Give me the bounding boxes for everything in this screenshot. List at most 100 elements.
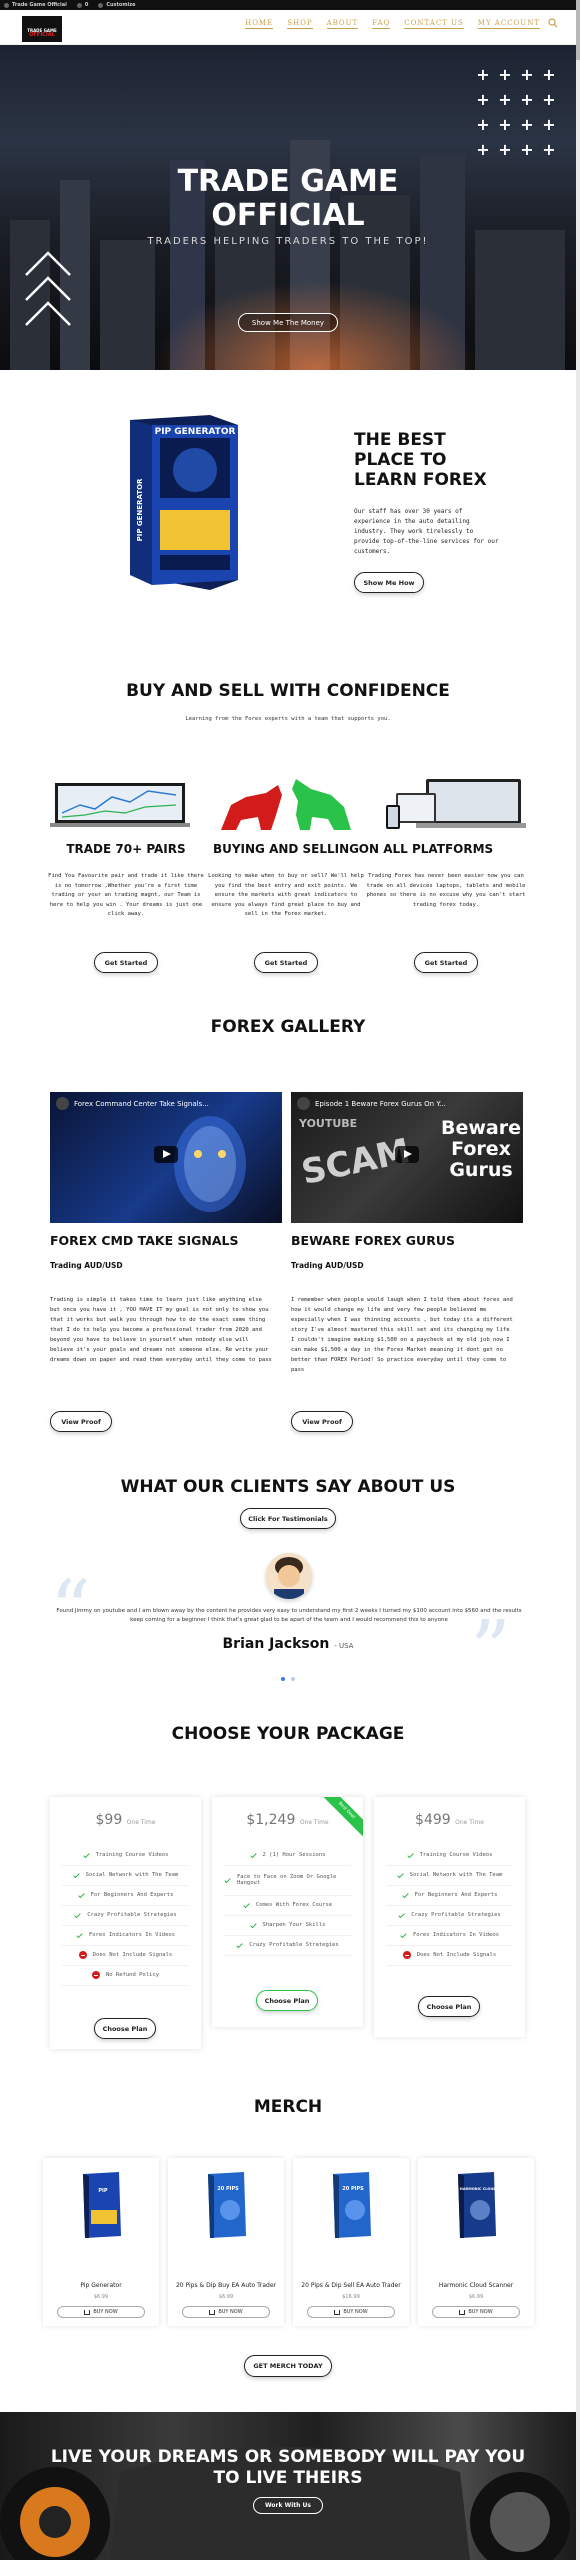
pip-box-side-label: PIP GENERATOR [136,478,144,541]
buy-now-label: BUY NOW [93,2309,118,2315]
get-started-button-2[interactable]: Get Started [254,952,318,973]
check-icon [76,1932,83,1939]
testimonials-title: WHAT OUR CLIENTS SAY ABOUT US [120,1477,456,1497]
view-proof-button-2[interactable]: View Proof [291,1411,353,1432]
buy-now-button-2[interactable]: BUY NOW [182,2306,270,2318]
show-me-how-button[interactable]: Show Me How [354,572,424,593]
pip-box-brand: PIP GENERATOR [155,427,236,437]
package-feature: Training Course Videos [62,1846,189,1866]
nav-faq[interactable]: FAQ [372,19,391,29]
admin-customize[interactable]: Customize [98,2,136,8]
nav-contact-us[interactable]: CONTACT US [404,19,464,29]
choose-plan-button-1[interactable]: Choose Plan [94,2018,156,2039]
package-feature-text: Crazy Profitable Strategies [411,1912,501,1918]
package-period: One Time [299,1819,329,1826]
gallery-item-text-1: Trading is simple it takes time to learn… [50,1297,272,1363]
merch-price: $6.99 [93,2294,109,2300]
play-button[interactable] [154,1146,178,1163]
play-button[interactable] [395,1146,419,1163]
package-feature: Forex Indicators In Videos [62,1926,189,1946]
buy-now-button-3[interactable]: BUY NOW [307,2306,395,2318]
video-title: Episode 1 Beware Forex Gurus On Y... [315,1100,446,1108]
video-beware-gurus[interactable]: Episode 1 Beware Forex Gurus On Y... YOU… [291,1092,523,1223]
footer-title-line-2: TO LIVE THEIRS [213,2468,363,2488]
package-feature-text: No Refund Policy [106,1972,159,1978]
package-feature-text: For Beginners And Experts [414,1892,498,1898]
package-period: One Time [455,1819,484,1826]
get-merch-today-button[interactable]: GET MERCH TODAY [244,2355,332,2377]
admin-site-name: Trade Game Official [12,2,67,8]
check-icon [402,1892,409,1899]
merch-box-label: PIP [98,2188,108,2194]
pip-generator-product-box: PIP GENERATOR PIP GENERATOR [130,415,238,590]
merch-card-2[interactable]: 20 PIPS 20 Pips & Dip Buy EA Auto Trader… [168,2158,284,2326]
client-avatar [266,1553,312,1599]
cart-icon [209,2309,216,2315]
package-feature: Crazy Profitable Strategies [224,1936,351,1956]
check-icon [73,1872,80,1879]
merch-name[interactable]: Pip Generator [43,2282,159,2289]
merch-price: $6.99 [218,2294,234,2300]
package-feature-text: Training Course Videos [95,1852,169,1858]
search-icon[interactable] [548,18,558,28]
best-place-title: THE BEST PLACE TO LEARN FOREX [354,430,534,490]
admin-comments[interactable]: 0 [76,2,88,8]
nav-shop[interactable]: SHOP [287,19,313,29]
work-with-us-button[interactable]: Work With Us [253,2497,323,2514]
bull-bear-image [221,779,351,830]
slider-dot[interactable] [291,1677,295,1681]
packages-title: CHOOSE YOUR PACKAGE [171,1724,405,1744]
view-proof-button-1[interactable]: View Proof [50,1411,112,1432]
hero-building [475,230,565,370]
show-me-the-money-button[interactable]: Show Me The Money [238,313,338,332]
package-feature: Face to Face on Zoom Or Google Hangout [224,1866,351,1896]
merch-card-3[interactable]: 20 PIPS 20 Pips & Dip Sell EA Auto Trade… [293,2158,409,2326]
get-started-button-1[interactable]: Get Started [94,952,158,973]
check-icon [400,1932,407,1939]
buy-now-button-4[interactable]: BUY NOW [432,2306,520,2318]
check-icon [74,1912,81,1919]
merch-card-1[interactable]: PIP Pip Generator $6.99 BUY NOW [43,2158,159,2326]
video-title: Forex Command Center Take Signals... [74,1100,209,1108]
feature-text-trade-pairs: Find You Favourite pair and trade it lik… [48,873,204,917]
choose-plan-button-2[interactable]: Choose Plan [256,1990,318,2011]
nav-my-account[interactable]: MY ACCOUNT [477,19,540,29]
merch-product-image: 20 PIPS [208,2172,246,2238]
nav-about[interactable]: ABOUT [326,19,359,29]
package-feature-text: Forex Indicators In Videos [88,1932,176,1938]
package-feature-text: Comes With Forex Course [255,1902,333,1908]
package-price-value: $1,249 [246,1812,296,1828]
merch-name[interactable]: Harmonic Cloud Scanner [418,2282,534,2289]
package-feature: Social Network with The Team [62,1866,189,1886]
package-feature-text: Face to Face on Zoom Or Google Hangout [237,1874,337,1886]
hero-subtitle: TRADERS HELPING TRADERS TO THE TOP! [147,236,429,247]
package-feature-list: Training Course Videos Social Network wi… [374,1842,525,1966]
get-started-button-3[interactable]: Get Started [414,952,478,973]
package-feature: Comes With Forex Course [224,1896,351,1916]
scrollbar-thumb[interactable] [576,0,580,60]
package-price-area: $499 One Time Popular [374,1797,525,1842]
merch-card-4[interactable]: HARMONIC CLOUD Harmonic Cloud Scanner $6… [418,2158,534,2326]
admin-site-link[interactable]: Trade Game Official [4,2,67,8]
scrollbar-track[interactable] [576,0,580,2560]
package-feature: Crazy Profitable Strategies [62,1906,189,1926]
merch-name[interactable]: 20 Pips & Dip Buy EA Auto Trader [168,2282,284,2289]
package-feature-text: Social Network with The Team [409,1872,503,1878]
choose-plan-button-3[interactable]: Choose Plan [418,1996,480,2017]
package-card-basic: $99 One Time Popular Training Course Vid… [50,1797,201,2049]
package-feature-list: Training Course Videos Social Network wi… [50,1842,201,1986]
click-for-testimonials-button[interactable]: Click For Testimonials [240,1508,336,1529]
video-forex-cmd[interactable]: Forex Command Center Take Signals... [50,1092,282,1223]
footer-title: LIVE YOUR DREAMS OR SOMEBODY WILL PAY YO… [0,2447,576,2489]
package-card-premium: $499 One Time Popular Training Course Vi… [374,1797,525,2037]
wordpress-icon [4,2,9,8]
site-logo[interactable]: TRADE GAME OFFICIAL [22,16,62,42]
merch-product-image: HARMONIC CLOUD [458,2172,496,2238]
slider-dot-active[interactable] [281,1677,285,1681]
client-name-text: Brian Jackson [222,1636,330,1652]
package-feature: Training Course Videos [386,1846,513,1866]
merch-name[interactable]: 20 Pips & Dip Sell EA Auto Trader [293,2282,409,2289]
client-location: - USA [334,1642,354,1650]
buy-now-button-1[interactable]: BUY NOW [57,2306,145,2318]
nav-home[interactable]: HOME [245,19,274,29]
